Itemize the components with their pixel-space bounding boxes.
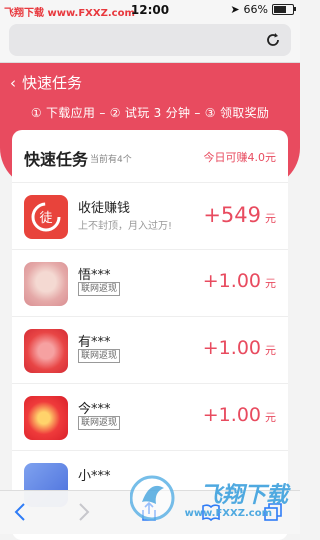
task-name: 有*** [78, 335, 111, 350]
task-tag: 联网返现 [78, 282, 121, 296]
address-bar[interactable] [9, 24, 291, 56]
task-reward: +1.00 元 [202, 337, 276, 359]
task-row[interactable]: 悟*** 联网返现 +1.00 元 [12, 250, 288, 317]
task-reward: +1.00 元 [202, 404, 276, 426]
today-earnings: 今日可赚4.0元 [203, 151, 277, 164]
reload-icon[interactable] [263, 30, 283, 50]
invite-icon: 徒 [24, 195, 68, 239]
card-header: 快速任务 当前有4个 今日可赚4.0元 [12, 130, 288, 183]
steps-guide: ① 下载应用 – ② 试玩 3 分钟 – ③ 领取奖励 [30, 106, 270, 120]
battery-icon [272, 4, 296, 15]
svg-text:徒: 徒 [39, 211, 52, 226]
back-label: 快速任务 [22, 74, 83, 92]
app-icon [24, 262, 68, 306]
task-row[interactable]: 今*** 联网返现 +1.00 元 [12, 384, 288, 451]
task-name: 今*** [78, 402, 111, 417]
status-right: ➤ 66% [230, 3, 296, 16]
task-reward: +1.00 元 [202, 270, 276, 292]
status-bar: 飞翔下载 www.FXXZ.com 12:00 ➤ 66% [0, 0, 300, 20]
task-tag: 联网返现 [78, 416, 121, 430]
task-reward: +549 元 [203, 203, 276, 227]
task-name: 小*** [78, 469, 111, 484]
back-button[interactable]: ‹ 快速任务 [10, 72, 82, 93]
watermark-url: www.FXXZ.com [184, 508, 272, 519]
back-arrow-icon[interactable] [10, 501, 32, 523]
app-icon [24, 329, 68, 373]
chevron-left-icon: ‹ [10, 73, 16, 92]
watermark-title: 飞翔下载 [199, 483, 288, 508]
forward-arrow-icon[interactable] [72, 501, 94, 523]
app-icon [24, 396, 68, 440]
task-name: 悟*** [78, 268, 111, 283]
task-name: 收徒赚钱 [78, 201, 131, 216]
browser-toolbar [0, 20, 300, 63]
task-tag: 联网返现 [78, 349, 121, 363]
task-row[interactable]: 有*** 联网返现 +1.00 元 [12, 317, 288, 384]
task-row[interactable]: 徒 收徒赚钱 上不封顶，月入过万! +549 元 [12, 183, 288, 250]
card-subtitle: 当前有4个 [90, 155, 132, 165]
battery-percent: 66% [243, 3, 268, 16]
location-icon: ➤ [230, 3, 240, 16]
card-title: 快速任务 [24, 150, 89, 169]
task-desc: 上不封顶，月入过万! [78, 221, 173, 232]
